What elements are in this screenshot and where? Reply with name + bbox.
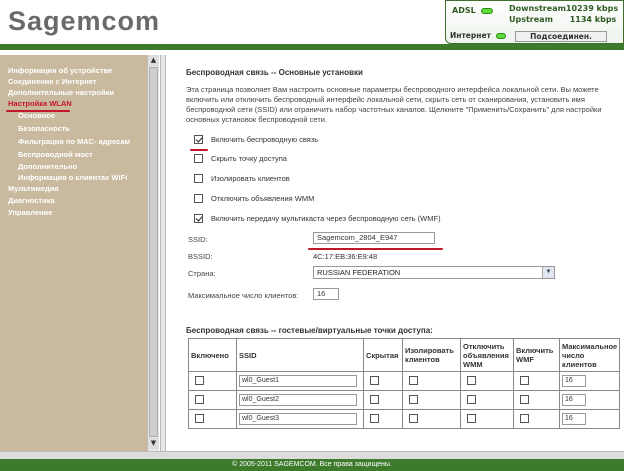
frame-divider[interactable]	[160, 55, 166, 451]
guest2-isolate-checkbox[interactable]	[409, 394, 418, 404]
country-select[interactable]: RUSSIAN FEDERATION ▼	[313, 266, 555, 279]
guest3-enabled-checkbox[interactable]	[195, 413, 204, 423]
chevron-down-icon: ▼	[542, 267, 554, 278]
col-isolate: Изолировать клиентов	[402, 338, 461, 372]
hide-ap-row: Скрыть точку доступа	[194, 154, 287, 163]
bssid-label: BSSID:	[188, 252, 213, 261]
col-enable-wmf: Включить WMF	[513, 338, 560, 372]
enable-wmf-row: Включить передачу мультикаста через бесп…	[194, 214, 441, 223]
sidebar: Информация об устройстве Соединение с Ин…	[0, 55, 150, 451]
guest-ap-table: Включено SSID Скрытая Изолировать клиент…	[188, 338, 621, 429]
isolate-clients-row: Изолировать клиентов	[194, 174, 290, 183]
sidebar-item-wifi-clients[interactable]: Информация о клиентах WiFi	[18, 173, 127, 182]
guest1-enabled-checkbox[interactable]	[195, 375, 204, 385]
sidebar-item-wlan-basic[interactable]: Основное	[18, 111, 55, 120]
upstream-value: 1134 kbps	[569, 15, 617, 24]
max-clients-input[interactable]: 16	[313, 288, 339, 300]
header: Sagemcom ADSL Downstream10239 kbps Upstr…	[0, 0, 624, 50]
hide-ap-checkbox[interactable]	[194, 154, 203, 163]
downstream-value: 10239 kbps	[565, 4, 619, 13]
page-description: Эта страница позволяет Вам настроить осн…	[186, 85, 602, 124]
bssid-value: 4C:17:EB:36:E9:48	[313, 252, 378, 261]
hide-ap-label: Скрыть точку доступа	[211, 154, 287, 163]
sidebar-item-wlan-security[interactable]: Безопасность	[18, 124, 70, 133]
horizontal-scrollbar[interactable]	[0, 451, 624, 459]
disable-wmm-label: Отключить объявления WMM	[211, 194, 315, 203]
footer-copyright: © 2005-2011 SAGEMCOM. Все права защищены…	[0, 459, 624, 471]
guest1-wmm-checkbox[interactable]	[467, 375, 476, 385]
table-row: wl0_Guest2 16	[188, 390, 621, 410]
sidebar-scrollbar[interactable]: ▲ ▼	[147, 55, 159, 451]
guest2-hidden-checkbox[interactable]	[370, 394, 379, 404]
enable-wireless-row: Включить беспроводную связь	[194, 135, 318, 144]
enable-wireless-checkbox[interactable]	[194, 135, 203, 144]
red-mark-underline	[190, 149, 208, 151]
main-content: Беспроводная связь -- Основные установки…	[168, 55, 624, 451]
sidebar-item-management[interactable]: Управление	[8, 208, 52, 217]
sidebar-item-wireless-bridge[interactable]: Беспроводной мост	[18, 150, 93, 159]
scroll-thumb[interactable]	[149, 67, 158, 437]
sidebar-item-advanced-settings[interactable]: Дополнительные настройки	[8, 88, 114, 97]
ssid-label: SSID:	[188, 235, 208, 244]
internet-led-icon	[495, 33, 506, 39]
guest3-wmm-checkbox[interactable]	[467, 413, 476, 423]
enable-wmf-label: Включить передачу мультикаста через бесп…	[211, 214, 441, 223]
col-disable-wmm: Отключить объявления WMM	[460, 338, 514, 372]
adsl-label: ADSL	[452, 6, 476, 15]
col-enabled: Включено	[188, 338, 237, 372]
downstream-label: Downstream	[509, 4, 566, 13]
guest2-enabled-checkbox[interactable]	[195, 394, 204, 404]
guest3-isolate-checkbox[interactable]	[409, 413, 418, 423]
sagemcom-logo: Sagemcom	[8, 6, 161, 36]
adsl-led-icon	[480, 7, 493, 14]
disable-wmm-checkbox[interactable]	[194, 194, 203, 203]
guest1-max-input[interactable]: 16	[562, 375, 586, 387]
connection-status-badge: Подсоединен.	[515, 31, 607, 42]
sidebar-item-mac-filter[interactable]: Фильтрация по МАС- адресам	[18, 137, 130, 146]
country-select-value: RUSSIAN FEDERATION	[317, 268, 401, 277]
guest1-hidden-checkbox[interactable]	[370, 375, 379, 385]
col-max-clients: Максимальное число клиентов	[558, 338, 621, 372]
ssid-input[interactable]: Sagemcom_2804_E947	[313, 232, 435, 244]
upstream-label: Upstream	[509, 15, 553, 24]
scroll-down-arrow-icon[interactable]: ▼	[148, 438, 159, 449]
sidebar-item-diagnostics[interactable]: Диагностика	[8, 196, 55, 205]
sidebar-item-wlan-setup[interactable]: Настройка WLAN	[8, 99, 72, 108]
guest1-wmf-checkbox[interactable]	[520, 375, 529, 385]
enable-wireless-label: Включить беспроводную связь	[211, 135, 319, 144]
guest1-isolate-checkbox[interactable]	[409, 375, 418, 385]
table-row: wl0_Guest1 16	[188, 371, 621, 391]
guest3-max-input[interactable]: 16	[562, 413, 586, 425]
enable-wmf-checkbox[interactable]	[194, 214, 203, 223]
sidebar-item-wlan-advanced[interactable]: Дополнительно	[18, 162, 77, 171]
page-title: Беспроводная связь -- Основные установки	[186, 68, 363, 77]
internet-label: Интернет	[450, 31, 491, 40]
guest1-ssid-input[interactable]: wl0_Guest1	[239, 375, 357, 387]
guest2-ssid-input[interactable]: wl0_Guest2	[239, 394, 357, 406]
country-label: Страна:	[188, 269, 216, 278]
scroll-up-arrow-icon[interactable]: ▲	[148, 55, 159, 66]
sidebar-item-internet-connection[interactable]: Соединение с Интернет	[8, 77, 97, 86]
header-green-bar	[0, 44, 624, 50]
table-header-row: Включено SSID Скрытая Изолировать клиент…	[188, 338, 621, 372]
isolate-clients-checkbox[interactable]	[194, 174, 203, 183]
guest2-wmf-checkbox[interactable]	[520, 394, 529, 404]
guest2-max-input[interactable]: 16	[562, 394, 586, 406]
disable-wmm-row: Отключить объявления WMM	[194, 194, 314, 203]
sidebar-item-multimedia[interactable]: Мультимедиа	[8, 184, 59, 193]
guest3-wmf-checkbox[interactable]	[520, 413, 529, 423]
guest3-hidden-checkbox[interactable]	[370, 413, 379, 423]
isolate-clients-label: Изолировать клиентов	[211, 174, 290, 183]
guest-ap-title: Беспроводная связь -- гостевые/виртуальн…	[186, 326, 433, 335]
sidebar-item-device-info[interactable]: Информация об устройстве	[8, 66, 112, 75]
ssid-red-underline	[308, 248, 443, 250]
guest3-ssid-input[interactable]: wl0_Guest3	[239, 413, 357, 425]
guest2-wmm-checkbox[interactable]	[467, 394, 476, 404]
table-row: wl0_Guest3 16	[188, 409, 621, 429]
max-clients-label: Максимальное число клиентов:	[188, 291, 299, 300]
col-ssid: SSID	[236, 338, 364, 372]
col-hidden: Скрытая	[363, 338, 403, 372]
